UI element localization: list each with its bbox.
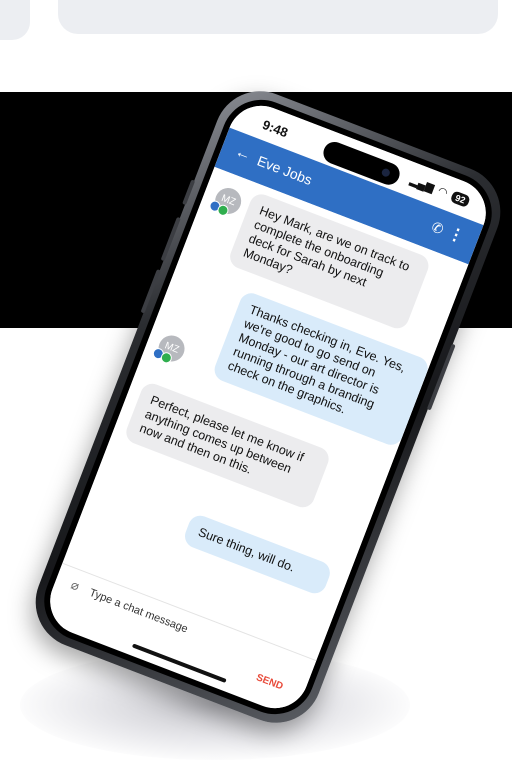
camera-icon (380, 167, 391, 178)
background-card-left (0, 0, 30, 40)
paperclip-icon[interactable]: ⌀ (69, 577, 82, 595)
more-vertical-icon[interactable]: ⋮ (445, 223, 467, 247)
wifi-icon: ◠ (436, 185, 450, 200)
message-bubble-outgoing: Sure thing, will do. (181, 512, 334, 597)
signal-bars-icon: ▂▄▆ (408, 174, 436, 195)
background-card-top (58, 0, 498, 34)
send-button[interactable]: SEND (249, 669, 291, 695)
arrow-left-icon[interactable]: ← (232, 143, 254, 166)
page: 9:48 ▂▄▆ ◠ 92 ← Eve Jobs ✆ ⋮ MZ Hey Mark… (0, 0, 512, 762)
avatar[interactable]: MZ (151, 331, 189, 366)
avatar[interactable]: MZ (207, 184, 245, 218)
status-time: 9:48 (260, 116, 291, 141)
phone-icon[interactable]: ✆ (429, 218, 446, 238)
battery-icon: 92 (449, 189, 472, 208)
contact-name: Eve Jobs (254, 152, 315, 189)
